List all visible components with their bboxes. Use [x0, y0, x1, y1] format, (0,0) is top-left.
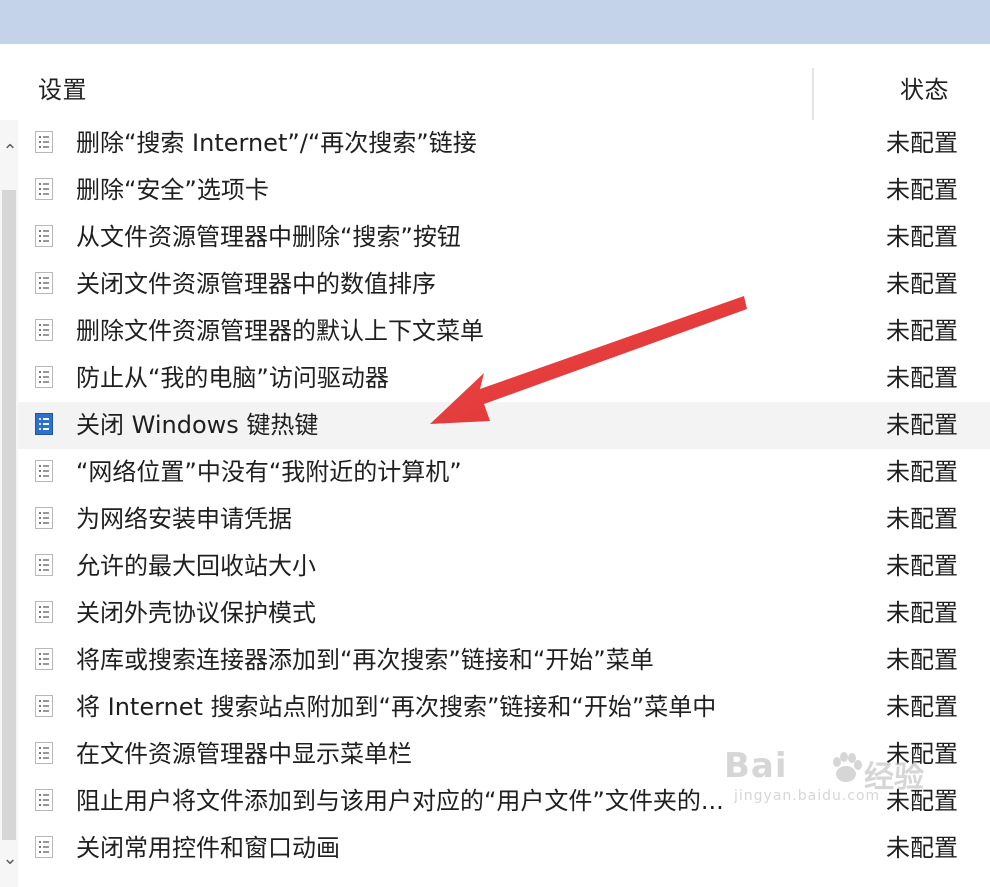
policy-row-2[interactable]: 删除“安全”选项卡 未配置 — [18, 167, 990, 214]
policy-row-12[interactable]: 将库或搜索连接器添加到“再次搜索”链接和“开始”菜单 未配置 — [18, 637, 990, 684]
policy-list-icon — [35, 789, 53, 811]
policy-setting-label: 关闭文件资源管理器中的数值排序 — [76, 270, 436, 298]
policy-setting-label: 关闭外壳协议保护模式 — [76, 599, 316, 627]
policy-status-label: 未配置 — [886, 129, 958, 157]
policy-setting-label: 删除“搜索 Internet”/“再次搜索”链接 — [76, 129, 477, 157]
policy-row-6[interactable]: 防止从“我的电脑”访问驱动器 未配置 — [18, 355, 990, 402]
policy-row-1[interactable]: 删除“搜索 Internet”/“再次搜索”链接 未配置 — [18, 120, 990, 167]
policy-status-label: 未配置 — [886, 176, 958, 204]
policy-status-label: 未配置 — [886, 740, 958, 768]
policy-list-icon — [35, 366, 53, 388]
policy-list-icon — [35, 413, 53, 435]
policy-row-10[interactable]: 允许的最大回收站大小 未配置 — [18, 543, 990, 590]
column-divider[interactable] — [812, 68, 814, 120]
policy-setting-label: 将 Internet 搜索站点附加到“再次搜索”链接和“开始”菜单中 — [76, 693, 717, 721]
policy-settings-panel: 设置 状态 ⌃ ⌄ 删除“搜索 Internet”/“再次搜索”链接 未配置 删… — [0, 44, 990, 887]
policy-row-11[interactable]: 关闭外壳协议保护模式 未配置 — [18, 590, 990, 637]
policy-list-icon — [35, 601, 53, 623]
policy-setting-label: 关闭 Windows 键热键 — [76, 411, 319, 439]
policy-row-15[interactable]: 阻止用户将文件添加到与该用户对应的“用户文件”文件夹的... 未配置 — [18, 778, 990, 825]
policy-row-7-selected[interactable]: 关闭 Windows 键热键 未配置 — [18, 402, 990, 449]
policy-status-label: 未配置 — [886, 552, 958, 580]
policy-list-icon — [35, 131, 53, 153]
policy-setting-label: 删除“安全”选项卡 — [76, 176, 269, 204]
policy-row-3[interactable]: 从文件资源管理器中删除“搜索”按钮 未配置 — [18, 214, 990, 261]
policy-row-14[interactable]: 在文件资源管理器中显示菜单栏 未配置 — [18, 731, 990, 778]
policy-setting-label: 为网络安装申请凭据 — [76, 505, 292, 533]
policy-status-label: 未配置 — [886, 787, 958, 815]
policy-status-label: 未配置 — [886, 599, 958, 627]
policy-setting-label: 阻止用户将文件添加到与该用户对应的“用户文件”文件夹的... — [76, 787, 724, 815]
policy-list-icon — [35, 272, 53, 294]
policy-setting-label: 允许的最大回收站大小 — [76, 552, 316, 580]
status-column-header[interactable]: 状态 — [900, 70, 949, 105]
policy-status-label: 未配置 — [886, 505, 958, 533]
policy-status-label: 未配置 — [886, 646, 958, 674]
policy-list-icon — [35, 742, 53, 764]
policy-setting-label: 关闭常用控件和窗口动画 — [76, 834, 340, 862]
chevron-up-icon[interactable]: ⌃ — [1, 142, 19, 162]
policy-row-16[interactable]: 关闭常用控件和窗口动画 未配置 — [18, 825, 990, 872]
policy-row-5[interactable]: 删除文件资源管理器的默认上下文菜单 未配置 — [18, 308, 990, 355]
policy-status-label: 未配置 — [886, 317, 958, 345]
policy-status-label: 未配置 — [886, 364, 958, 392]
policy-setting-label: 从文件资源管理器中删除“搜索”按钮 — [76, 223, 461, 251]
chevron-down-icon[interactable]: ⌄ — [1, 849, 19, 869]
policy-list-icon — [35, 507, 53, 529]
policy-setting-label: “网络位置”中没有“我附近的计算机” — [76, 458, 462, 486]
policy-list-icon — [35, 460, 53, 482]
policy-row-8[interactable]: “网络位置”中没有“我附近的计算机” 未配置 — [18, 449, 990, 496]
policy-status-label: 未配置 — [886, 693, 958, 721]
policy-list-icon — [35, 178, 53, 200]
policy-list-icon — [35, 319, 53, 341]
table-header: 设置 状态 — [0, 44, 990, 120]
policy-row-13[interactable]: 将 Internet 搜索站点附加到“再次搜索”链接和“开始”菜单中 未配置 — [18, 684, 990, 731]
policy-status-label: 未配置 — [886, 458, 958, 486]
policy-setting-label: 删除文件资源管理器的默认上下文菜单 — [76, 317, 484, 345]
setting-column-header[interactable]: 设置 — [38, 70, 87, 105]
policy-setting-label: 防止从“我的电脑”访问驱动器 — [76, 364, 389, 392]
policy-setting-label: 将库或搜索连接器添加到“再次搜索”链接和“开始”菜单 — [76, 646, 654, 674]
policy-status-label: 未配置 — [886, 834, 958, 862]
policy-list: 删除“搜索 Internet”/“再次搜索”链接 未配置 删除“安全”选项卡 未… — [18, 120, 990, 887]
policy-list-icon — [35, 225, 53, 247]
policy-list-icon — [35, 695, 53, 717]
policy-status-label: 未配置 — [886, 270, 958, 298]
policy-row-9[interactable]: 为网络安装申请凭据 未配置 — [18, 496, 990, 543]
policy-list-icon — [35, 836, 53, 858]
window-top-band — [0, 0, 990, 45]
policy-status-label: 未配置 — [886, 411, 958, 439]
scrollbar-thumb[interactable] — [2, 190, 16, 840]
policy-setting-label: 在文件资源管理器中显示菜单栏 — [76, 740, 412, 768]
policy-row-4[interactable]: 关闭文件资源管理器中的数值排序 未配置 — [18, 261, 990, 308]
policy-list-icon — [35, 554, 53, 576]
policy-status-label: 未配置 — [886, 223, 958, 251]
policy-list-icon — [35, 648, 53, 670]
